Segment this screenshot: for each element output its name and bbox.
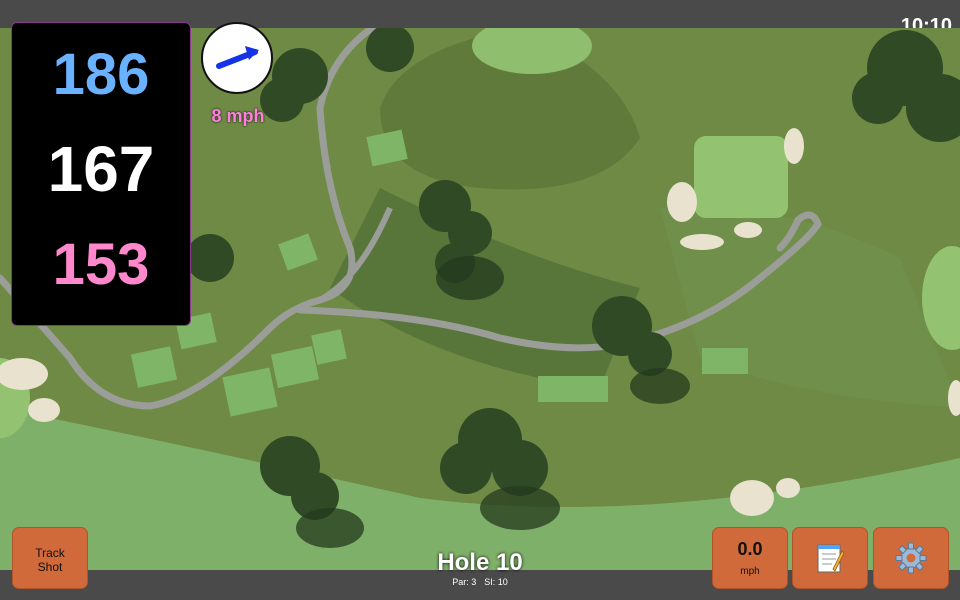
notepad-icon bbox=[817, 544, 845, 573]
hole-stroke-index: SI: 10 bbox=[484, 577, 508, 587]
yardage-panel: 186 167 153 bbox=[11, 22, 191, 326]
wind-direction-dial bbox=[201, 22, 273, 94]
back-yardage: 186 bbox=[52, 42, 150, 107]
speed-button[interactable]: 0.0 mph bbox=[712, 527, 788, 589]
hole-title: Hole 10 bbox=[437, 549, 523, 576]
front-yardage: 153 bbox=[52, 232, 150, 297]
speed-unit: mph bbox=[740, 566, 760, 577]
middle-yardage: 167 bbox=[47, 133, 155, 205]
notes-button[interactable] bbox=[792, 527, 868, 589]
track-shot-button[interactable]: Track Shot bbox=[12, 527, 88, 589]
settings-button[interactable] bbox=[873, 527, 949, 589]
wind-speed-label: 8 mph bbox=[211, 106, 265, 126]
hole-par: Par: 3 bbox=[452, 577, 477, 587]
hole-info: Par: 3 SI: 10 bbox=[380, 577, 580, 587]
gear-icon bbox=[895, 542, 927, 574]
track-shot-label: Track Shot bbox=[35, 546, 65, 574]
wind-arrow-icon bbox=[216, 46, 259, 69]
speed-value: 0.0 bbox=[737, 539, 763, 559]
